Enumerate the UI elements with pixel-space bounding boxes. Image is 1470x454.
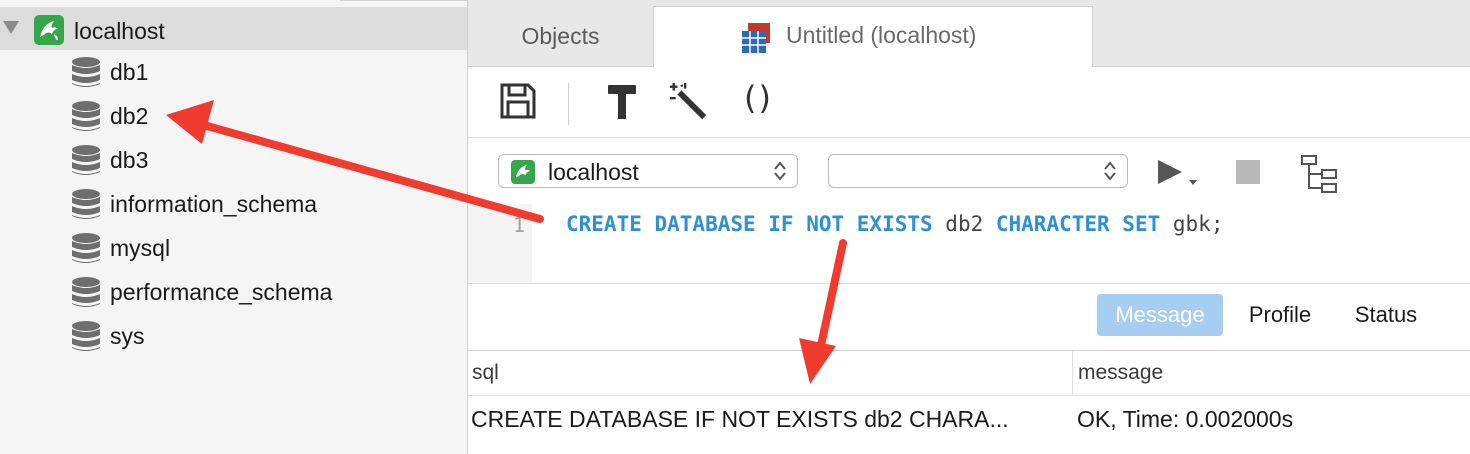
- red-arrow-to-db2: [166, 100, 544, 223]
- red-arrow-to-result: [799, 239, 847, 384]
- annotation-arrows: [166, 100, 847, 384]
